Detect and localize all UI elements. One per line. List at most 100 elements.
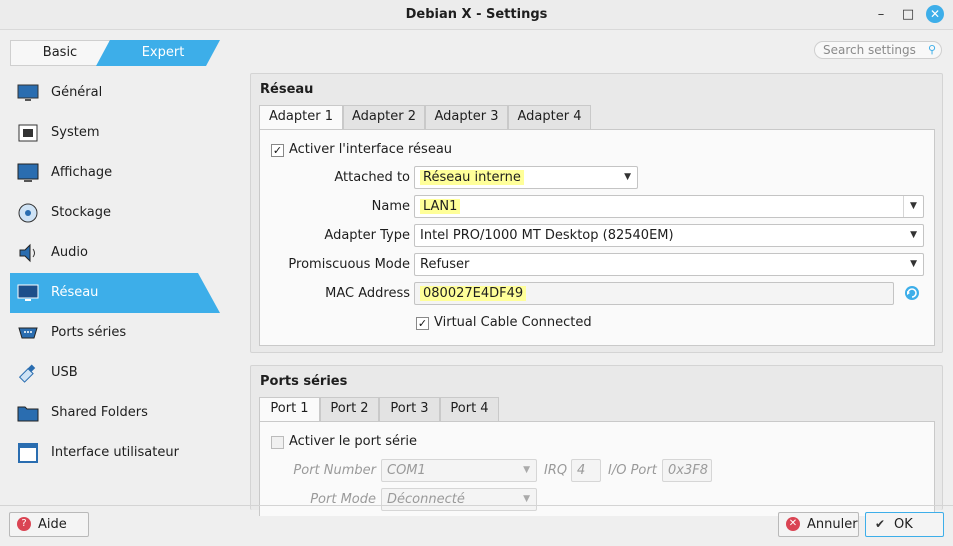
help-icon: ?: [17, 517, 31, 531]
name-select[interactable]: LAN1 ▼: [414, 195, 924, 218]
promiscuous-mode-select[interactable]: Refuser ▼: [414, 253, 924, 276]
serial-group: Ports séries Port 1 Port 2 Port 3 Port 4…: [250, 365, 943, 516]
minimize-button[interactable]: –: [871, 5, 891, 25]
sidebar-item-storage[interactable]: Stockage: [10, 193, 220, 233]
name-label: Name: [371, 199, 410, 214]
network-group: Réseau Adapter 1 Adapter 2 Adapter 3 Ada…: [250, 73, 943, 353]
sidebar-item-label: Général: [51, 85, 103, 100]
help-label: Aide: [38, 517, 67, 532]
sidebar: Général System Affichage Stockage Audio …: [10, 73, 220, 473]
sidebar-item-label: System: [51, 125, 100, 140]
irq-value: 4: [577, 463, 586, 478]
adapter-type-select[interactable]: Intel PRO/1000 MT Desktop (82540EM) ▼: [414, 224, 924, 247]
adapter-type-label: Adapter Type: [324, 228, 410, 243]
chevron-down-icon: ▼: [903, 196, 923, 217]
port-number-value: COM1: [387, 463, 426, 478]
maximize-button[interactable]: □: [898, 5, 918, 25]
cancel-label: Annuler: [807, 517, 858, 532]
adapter-type-value: Intel PRO/1000 MT Desktop (82540EM): [420, 228, 674, 243]
tab-port-3[interactable]: Port 3: [379, 397, 440, 421]
search-placeholder: Search settings: [823, 43, 916, 57]
sidebar-item-label: Ports séries: [51, 325, 127, 340]
mac-address-field[interactable]: 080027E4DF49: [414, 282, 894, 305]
sidebar-item-system[interactable]: System: [10, 113, 220, 153]
name-value: LAN1: [420, 199, 461, 214]
sidebar-item-general[interactable]: Général: [10, 73, 220, 113]
tab-adapter-1[interactable]: Adapter 1: [259, 105, 343, 130]
port-number-select[interactable]: COM1 ▼: [381, 459, 537, 482]
attached-to-label: Attached to: [334, 170, 410, 185]
network-icon: [17, 282, 39, 304]
promiscuous-mode-label: Promiscuous Mode: [288, 257, 410, 272]
footer-divider: [0, 505, 953, 506]
window-title: Debian X - Settings: [405, 7, 548, 22]
sidebar-item-network[interactable]: Réseau: [10, 273, 220, 313]
port-pane: Activer le port série Port Number COM1 ▼…: [259, 421, 935, 516]
display-icon: [17, 163, 39, 182]
tab-port-2[interactable]: Port 2: [320, 397, 379, 421]
sidebar-item-serial-ports[interactable]: Ports séries: [10, 313, 220, 353]
attached-to-select[interactable]: Réseau interne ▼: [414, 166, 638, 189]
checkmark-icon: ✔: [874, 517, 886, 531]
sidebar-item-shared-folders[interactable]: Shared Folders: [10, 393, 220, 433]
port-number-label: Port Number: [293, 463, 376, 478]
adapter-pane: ✓ Activer l'interface réseau Attached to…: [259, 129, 935, 346]
io-port-value: 0x3F8: [668, 463, 708, 478]
serial-port-icon: [18, 327, 38, 339]
attached-to-value: Réseau interne: [420, 170, 524, 185]
promiscuous-mode-value: Refuser: [420, 257, 470, 272]
enable-adapter-checkbox[interactable]: ✓: [271, 144, 284, 157]
folder-icon: [17, 406, 39, 422]
chevron-down-icon: ▼: [523, 494, 530, 504]
irq-field[interactable]: 4: [571, 459, 601, 482]
refresh-mac-icon[interactable]: [904, 285, 920, 301]
tab-adapter-3[interactable]: Adapter 3: [425, 105, 508, 129]
enable-serial-label: Activer le port série: [289, 434, 417, 449]
sidebar-item-label: Stockage: [51, 205, 111, 220]
network-title: Réseau: [260, 82, 314, 97]
cable-connected-checkbox[interactable]: ✓: [416, 317, 429, 330]
monitor-icon: [17, 84, 39, 101]
chevron-down-icon: ▼: [523, 465, 530, 475]
sidebar-item-label: Interface utilisateur: [51, 445, 179, 460]
basic-mode-button[interactable]: Basic: [10, 40, 110, 66]
help-button[interactable]: ? Aide: [9, 512, 89, 537]
sidebar-item-label: Audio: [51, 245, 88, 260]
mac-address-value: 080027E4DF49: [420, 286, 527, 301]
sidebar-item-user-interface[interactable]: Interface utilisateur: [10, 433, 220, 473]
disk-icon: [18, 203, 38, 223]
search-icon: ⚲: [927, 43, 936, 56]
cancel-icon: ✕: [786, 517, 800, 531]
enable-adapter-label: Activer l'interface réseau: [289, 142, 453, 157]
chevron-down-icon: ▼: [910, 259, 917, 269]
io-port-field[interactable]: 0x3F8: [662, 459, 712, 482]
search-input[interactable]: Search settings ⚲: [814, 41, 942, 59]
sidebar-item-label: Affichage: [51, 165, 113, 180]
chip-icon: [18, 124, 38, 142]
enable-serial-checkbox[interactable]: [271, 436, 284, 449]
sidebar-item-usb[interactable]: USB: [10, 353, 220, 393]
cancel-button[interactable]: ✕ Annuler: [778, 512, 859, 537]
usb-icon: [18, 364, 36, 383]
expert-mode-button[interactable]: Expert: [96, 40, 220, 66]
tab-port-4[interactable]: Port 4: [440, 397, 499, 421]
window-icon: [18, 443, 38, 463]
port-mode-select[interactable]: Déconnecté ▼: [381, 488, 537, 511]
irq-label: IRQ: [544, 463, 568, 478]
io-port-label: I/O Port: [608, 463, 657, 478]
tab-port-1[interactable]: Port 1: [259, 397, 320, 422]
ok-label: OK: [894, 517, 913, 532]
sidebar-item-audio[interactable]: Audio: [10, 233, 220, 273]
tab-adapter-2[interactable]: Adapter 2: [343, 105, 425, 129]
mac-address-label: MAC Address: [325, 286, 410, 301]
close-button[interactable]: ✕: [926, 5, 944, 23]
sidebar-item-display[interactable]: Affichage: [10, 153, 220, 193]
ok-button[interactable]: ✔ OK: [865, 512, 944, 537]
chevron-down-icon: ▼: [910, 230, 917, 240]
tab-adapter-4[interactable]: Adapter 4: [508, 105, 591, 129]
speaker-icon: [19, 243, 35, 263]
title-bar: Debian X - Settings – □ ✕: [0, 0, 953, 30]
chevron-down-icon: ▼: [624, 172, 631, 182]
sidebar-item-label: Shared Folders: [51, 405, 148, 420]
cable-connected-label: Virtual Cable Connected: [434, 315, 592, 330]
